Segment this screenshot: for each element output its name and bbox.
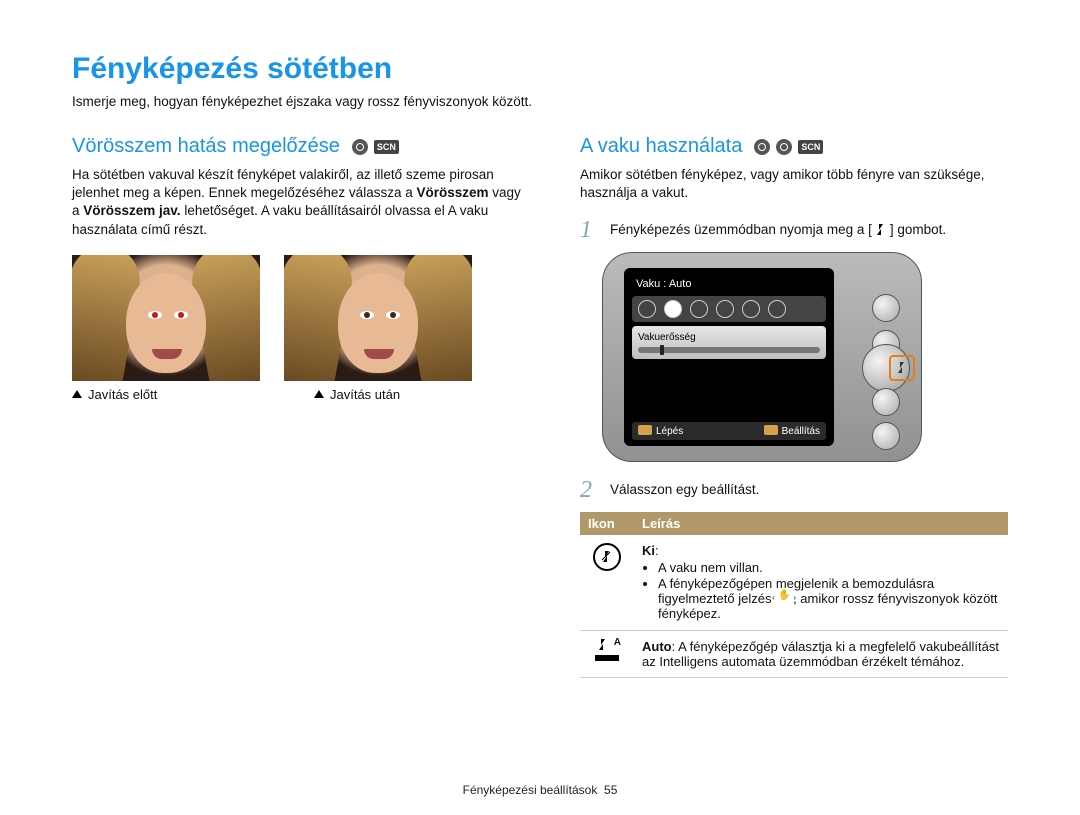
th-desc: Leírás bbox=[634, 512, 1008, 535]
option-body: : A fényképezőgép választja ki a megfele… bbox=[642, 639, 999, 669]
cam-hints: Lépés Beállítás bbox=[632, 422, 826, 440]
step-1: 1 Fényképezés üzemmódban nyomja meg a []… bbox=[580, 218, 1008, 242]
option-bullet: A fényképezőgépen megjelenik a bemozdulá… bbox=[658, 576, 1000, 621]
photo-after bbox=[284, 255, 472, 381]
mode-p-icon bbox=[352, 139, 368, 155]
table-row: A Auto: A fényképezőgép választja ki a m… bbox=[580, 631, 1008, 678]
flash-button-highlight bbox=[889, 355, 915, 381]
mode-badges: SCN bbox=[352, 139, 399, 155]
cam-hint-left: Lépés bbox=[656, 426, 683, 437]
section-heading-flash: A vaku használata SCN bbox=[580, 135, 1008, 158]
photo-before bbox=[72, 255, 260, 381]
flash-button-icon bbox=[872, 223, 890, 237]
page-footer: Fényképezési beállítások 55 bbox=[0, 783, 1080, 797]
step-2-text: Válasszon egy beállítást. bbox=[610, 478, 1008, 502]
flash-paragraph: Amikor sötétben fényképez, vagy amikor t… bbox=[580, 166, 1008, 202]
flash-off-icon bbox=[593, 543, 621, 571]
step-number: 1 bbox=[580, 218, 600, 242]
section-heading-flash-text: A vaku használata bbox=[580, 135, 742, 158]
table-row: Ki: A vaku nem villan. A fényképezőgépen… bbox=[580, 535, 1008, 631]
redeye-paragraph: Ha sötétben vakuval készít fényképet val… bbox=[72, 166, 530, 239]
step-number: 2 bbox=[580, 478, 600, 502]
comparison-photos bbox=[72, 255, 530, 381]
flash-auto-icon: A bbox=[595, 639, 619, 661]
caption-after: Javítás után bbox=[314, 387, 530, 402]
mode-scn-icon: SCN bbox=[798, 140, 823, 154]
section-heading-redeye-text: Vörösszem hatás megelőzése bbox=[72, 135, 340, 158]
mode-p-icon bbox=[776, 139, 792, 155]
th-icon: Ikon bbox=[580, 512, 634, 535]
caption-before: Javítás előtt bbox=[72, 387, 288, 402]
step-1-text-post: ] gombot. bbox=[890, 222, 946, 237]
mode-smart-icon bbox=[754, 139, 770, 155]
mode-scn-icon: SCN bbox=[374, 140, 399, 154]
page-title: Fényképezés sötétben bbox=[72, 52, 1008, 86]
shake-warning-icon: ‹› bbox=[777, 591, 791, 605]
cam-flash-mode-strip bbox=[632, 296, 826, 322]
option-bullet: A vaku nem villan. bbox=[658, 560, 1000, 575]
camera-illustration: Vaku : Auto Vakuerősség Lépés Beállítás bbox=[602, 252, 922, 462]
section-heading-redeye: Vörösszem hatás megelőzése SCN bbox=[72, 135, 530, 158]
flash-options-table: Ikon Leírás Ki: A vaku nem villan. bbox=[580, 512, 1008, 678]
cam-screen-title: Vaku : Auto bbox=[632, 276, 826, 292]
option-title: Ki bbox=[642, 543, 655, 558]
intro-text: Ismerje meg, hogyan fényképezhet éjszaka… bbox=[72, 94, 1008, 109]
cam-intensity-slider bbox=[638, 347, 820, 353]
step-2: 2 Válasszon egy beállítást. bbox=[580, 478, 1008, 502]
cam-hint-right: Beállítás bbox=[782, 426, 820, 437]
mode-badges: SCN bbox=[754, 139, 823, 155]
step-1-text-pre: Fényképezés üzemmódban nyomja meg a [ bbox=[610, 222, 872, 237]
option-title: Auto bbox=[642, 639, 672, 654]
cam-intensity-panel: Vakuerősség bbox=[632, 326, 826, 359]
cam-intensity-label: Vakuerősség bbox=[638, 332, 820, 343]
